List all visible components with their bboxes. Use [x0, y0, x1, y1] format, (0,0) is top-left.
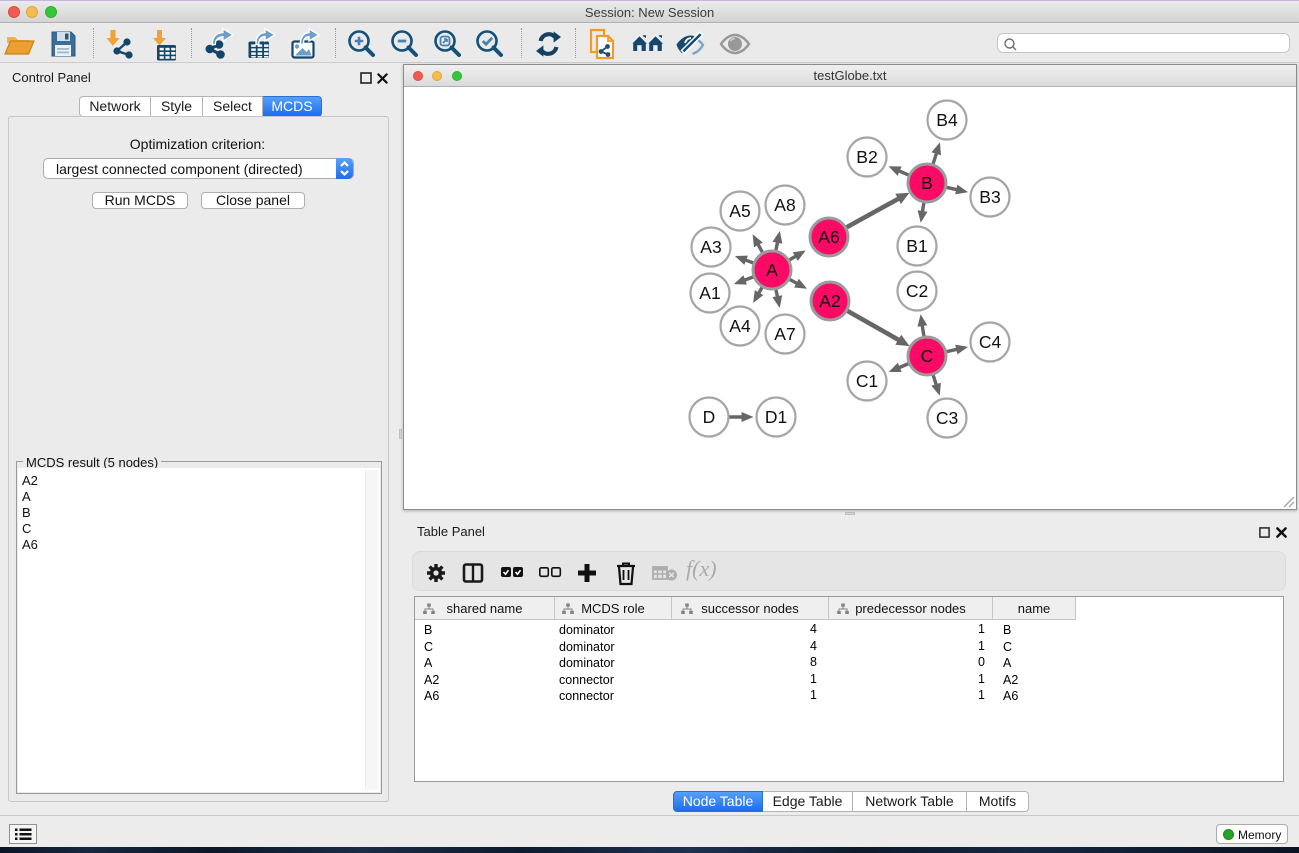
svg-text:A7: A7 [774, 324, 795, 344]
svg-text:D: D [703, 407, 716, 427]
svg-text:A1: A1 [699, 283, 720, 303]
svg-text:A6: A6 [818, 227, 839, 247]
svg-text:D1: D1 [765, 407, 787, 427]
svg-text:B4: B4 [936, 110, 958, 130]
svg-text:C: C [921, 346, 934, 366]
svg-text:A3: A3 [700, 237, 721, 257]
svg-text:B1: B1 [906, 236, 927, 256]
svg-text:C2: C2 [906, 281, 928, 301]
svg-text:B3: B3 [979, 187, 1000, 207]
svg-text:B2: B2 [856, 147, 877, 167]
svg-text:C3: C3 [936, 408, 958, 428]
svg-text:A8: A8 [774, 195, 795, 215]
svg-text:A: A [766, 260, 778, 280]
svg-text:B: B [921, 173, 933, 193]
svg-text:C4: C4 [979, 332, 1002, 352]
svg-text:A4: A4 [729, 316, 751, 336]
svg-text:C1: C1 [856, 371, 878, 391]
svg-text:A5: A5 [729, 201, 750, 221]
svg-text:A2: A2 [819, 291, 840, 311]
